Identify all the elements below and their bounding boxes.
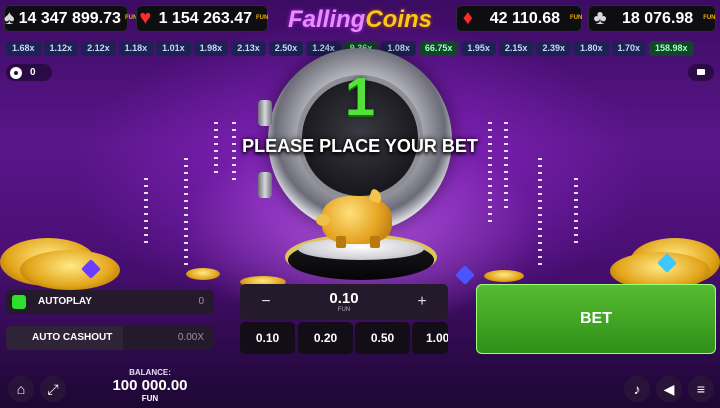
quick-stake-button[interactable]: 0.50: [355, 322, 410, 354]
fullscreen-icon[interactable]: ⤢: [40, 376, 66, 402]
music-icon[interactable]: ♪: [624, 376, 650, 402]
spade-icon: ♠: [4, 7, 15, 29]
vault-hinge: [258, 172, 272, 198]
jackpot-diamond: ♦ 42 110.68 FUN: [456, 5, 582, 32]
history-chip: 2.50x: [268, 41, 304, 56]
round-countdown: 1: [344, 67, 376, 127]
piggy-leg: [370, 236, 380, 248]
autoplay-label: AUTOPLAY: [38, 296, 92, 307]
jackpot-spade: ♠ 14 347 899.73 FUN: [4, 5, 137, 32]
jackpot-value: 18 076.98: [622, 9, 694, 27]
jackpot-value: 14 347 899.73: [18, 9, 121, 27]
bet-button[interactable]: BET: [476, 284, 716, 354]
jackpot-value: 42 110.68: [489, 9, 560, 27]
light-column: [184, 158, 188, 268]
jackpot-club: ♣ 18 076.98 FUN: [588, 5, 716, 32]
club-icon: ♣: [593, 7, 607, 29]
quick-stake-button[interactable]: 0.20: [298, 322, 353, 354]
piggy-leg: [336, 236, 346, 248]
history-chip: 158.98x: [649, 41, 694, 56]
stake-increase-button[interactable]: +: [410, 284, 434, 320]
light-column: [538, 158, 542, 268]
history-chip: 1.98x: [193, 41, 229, 56]
balance-display: BALANCE: 100 000.00 FUN: [100, 368, 200, 404]
coin-scatter: [484, 270, 524, 282]
history-chip: 2.39x: [536, 41, 571, 56]
history-chip: 2.13x: [231, 41, 266, 56]
autoplay-count: 0: [198, 296, 204, 307]
logo-word-falling: Falling: [287, 6, 366, 33]
sound-icon[interactable]: ◀: [656, 376, 682, 402]
quick-stake-button[interactable]: 0.10: [240, 322, 295, 354]
balance-value: 100 000.00: [112, 377, 188, 394]
jackpot-currency: FUN: [703, 15, 716, 21]
history-chip: 1.80x: [573, 41, 609, 56]
stake-selector: − 0.10 FUN +: [240, 284, 448, 320]
bet-prompt: PLEASE PLACE YOUR BET: [242, 136, 478, 156]
jackpot-currency: FUN: [256, 15, 269, 21]
autoplay-row[interactable]: AUTOPLAY 0: [6, 290, 214, 314]
jackpot-heart: ♥ 1 154 263.47 FUN: [136, 5, 268, 32]
history-chip: 1.01x: [156, 41, 191, 56]
history-chip: 1.68x: [6, 41, 41, 56]
coin-scatter: [186, 268, 220, 280]
history-chip: 2.12x: [81, 41, 116, 56]
jackpot-value: 1 154 263.47: [158, 9, 252, 27]
heart-icon: ♥: [139, 7, 152, 29]
auto-cashout-row[interactable]: AUTO CASHOUT 0.00X: [6, 326, 214, 350]
light-column: [144, 178, 148, 248]
history-chip: 1.95x: [461, 41, 496, 56]
light-column: [574, 178, 578, 248]
balance-currency: FUN: [141, 394, 159, 403]
game-logo: FallingCoins: [285, 6, 435, 34]
jackpot-currency: FUN: [124, 15, 138, 21]
logo-word-coins: Coins: [365, 6, 432, 33]
home-icon[interactable]: ⌂: [8, 376, 34, 402]
quick-stake-button[interactable]: 1.00: [412, 322, 448, 354]
auto-cashout-label: AUTO CASHOUT: [32, 332, 113, 343]
history-chip: 1.12x: [43, 41, 79, 56]
history-chip: 1.70x: [611, 41, 647, 56]
history-chip: 2.15x: [498, 41, 534, 56]
diamond-icon: ♦: [462, 7, 473, 29]
history-chip: 66.75x: [418, 41, 459, 56]
coin-pile-left-back: [20, 250, 120, 290]
gem-icon: [455, 265, 475, 285]
jackpot-currency: FUN: [570, 15, 583, 21]
piggy-bank-icon: [316, 196, 392, 244]
autoplay-toggle[interactable]: [12, 295, 26, 309]
menu-icon[interactable]: ≡: [688, 376, 714, 402]
auto-cashout-value[interactable]: 0.00X: [178, 326, 204, 350]
history-chip: 1.18x: [118, 41, 154, 56]
